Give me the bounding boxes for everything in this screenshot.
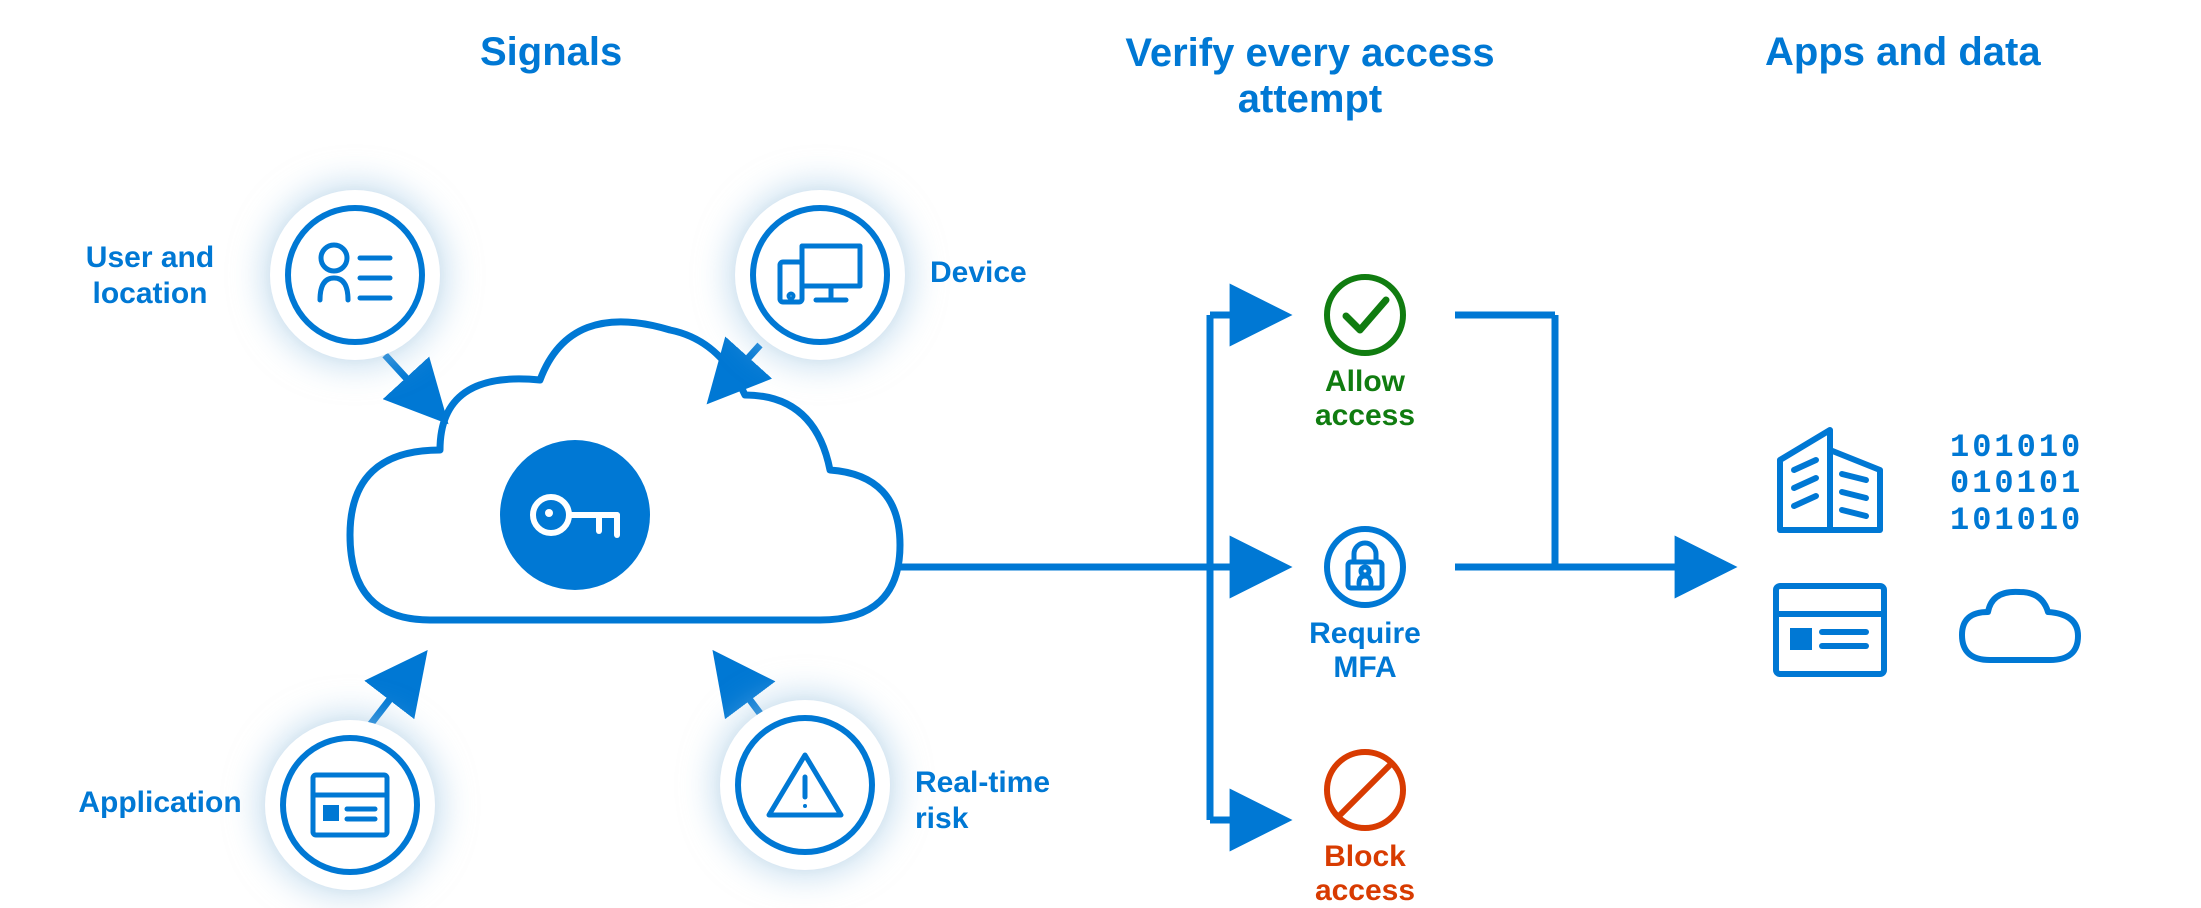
label-require-mfa: Require MFA	[1275, 617, 1455, 685]
label-realtime-risk: Real-time risk	[915, 765, 1050, 837]
label-allow-access: Allow access	[1275, 365, 1455, 433]
devices-icon	[776, 240, 864, 310]
signal-device	[735, 190, 905, 360]
label-application: Application	[60, 785, 260, 821]
cloud-key-disc	[500, 440, 650, 590]
outcome-allow	[1320, 270, 1410, 360]
signal-realtime-risk	[720, 700, 890, 870]
arrow-app-to-cloud	[370, 660, 420, 725]
buildings-icon	[1770, 420, 1890, 540]
app-window-icon	[309, 771, 391, 839]
user-list-icon	[316, 240, 394, 310]
binary-data-icon: 101010 010101 101010	[1950, 430, 2083, 540]
key-icon	[529, 485, 621, 545]
label-block-access: Block access	[1275, 840, 1455, 908]
checkmark-circle-icon	[1320, 270, 1410, 360]
arrow-risk-to-cloud	[720, 660, 765, 720]
cloud-outline-icon	[1950, 580, 2090, 680]
signal-user-location	[270, 190, 440, 360]
app-window-small-icon	[1770, 580, 1890, 680]
block-circle-icon	[1320, 745, 1410, 835]
warning-triangle-icon	[765, 749, 845, 821]
arrow-user-to-cloud	[385, 355, 440, 415]
binary-line: 101010	[1950, 430, 2083, 467]
label-user-location: User and location	[50, 240, 250, 312]
lock-user-circle-icon	[1320, 522, 1410, 612]
outcome-mfa	[1320, 522, 1410, 612]
apps-grid: 101010 010101 101010	[1770, 420, 2110, 680]
binary-line: 010101	[1950, 466, 2083, 503]
signal-application	[265, 720, 435, 890]
heading-verify: Verify every access attempt	[1095, 30, 1525, 122]
outcome-block	[1320, 745, 1410, 835]
binary-line: 101010	[1950, 503, 2083, 540]
label-device: Device	[930, 255, 1027, 291]
heading-signals: Signals	[480, 30, 622, 75]
heading-apps: Apps and data	[1765, 30, 2041, 75]
diagram-root: Signals Verify every access attempt Apps…	[0, 0, 2201, 899]
